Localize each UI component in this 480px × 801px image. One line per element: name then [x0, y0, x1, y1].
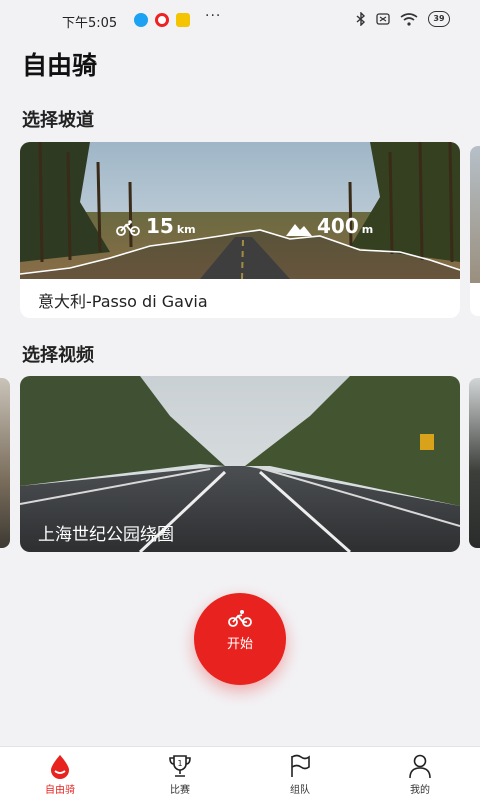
route-card[interactable]: 15 km 400 m 意大利-Passo di Gavia — [20, 142, 460, 318]
nav-item-team[interactable]: 组队 — [260, 747, 340, 801]
video-card[interactable]: 上海世纪公园绕圈 — [20, 376, 460, 552]
route-distance: 15 km — [146, 214, 196, 238]
app-notification-icon — [155, 13, 169, 27]
bluetooth-icon — [356, 12, 366, 26]
battery-icon: 39 — [428, 11, 450, 27]
route-image — [20, 142, 460, 279]
video-card-next[interactable] — [469, 378, 480, 548]
route-elevation: 400 m — [317, 214, 373, 238]
distance-unit: km — [176, 223, 196, 236]
section-title-routes: 选择坡道 — [22, 110, 94, 131]
video-card-prev[interactable] — [0, 378, 10, 548]
nav-item-mine[interactable]: 我的 — [380, 747, 460, 801]
nav-label: 我的 — [410, 785, 430, 796]
nav-label: 自由骑 — [45, 785, 75, 796]
elevation-value: 400 — [317, 214, 359, 238]
app-notification-icon — [134, 13, 148, 27]
nav-label: 比赛 — [170, 785, 190, 796]
elevation-unit: m — [361, 223, 374, 236]
person-icon — [409, 754, 431, 779]
mountain-icon — [286, 224, 312, 236]
section-title-videos: 选择视频 — [22, 345, 94, 366]
start-button[interactable]: 开始 — [194, 593, 286, 685]
video-name: 上海世纪公园绕圈 — [38, 525, 174, 545]
route-image — [470, 146, 480, 283]
status-icons: 39 — [356, 11, 450, 27]
route-card-next[interactable] — [470, 146, 480, 316]
flag-icon — [291, 754, 310, 777]
start-button-label: 开始 — [226, 636, 253, 651]
bike-icon — [228, 610, 252, 627]
status-bar: 下午5:05 ··· 39 — [0, 0, 480, 40]
distance-value: 15 — [146, 214, 174, 238]
status-time: 下午5:05 — [62, 16, 118, 31]
wifi-icon — [400, 12, 418, 26]
nav-item-race[interactable]: 1 比赛 — [140, 747, 220, 801]
bike-icon — [116, 220, 140, 236]
page-title: 自由骑 — [22, 51, 98, 80]
nav-label: 组队 — [290, 785, 310, 796]
more-notifications-icon: ··· — [205, 8, 222, 24]
sim-icon — [376, 13, 390, 25]
trophy-icon: 1 — [169, 755, 191, 777]
app-notification-icon — [176, 13, 190, 27]
trophy-number: 1 — [177, 759, 182, 768]
video-image — [469, 378, 480, 548]
route-name: 意大利-Passo di Gavia — [38, 292, 208, 311]
drop-icon — [51, 755, 69, 779]
nav-item-free-ride[interactable]: 自由骑 — [20, 747, 100, 801]
video-image — [0, 378, 10, 548]
bottom-nav: 自由骑 1 比赛 组队 我的 — [0, 746, 480, 801]
